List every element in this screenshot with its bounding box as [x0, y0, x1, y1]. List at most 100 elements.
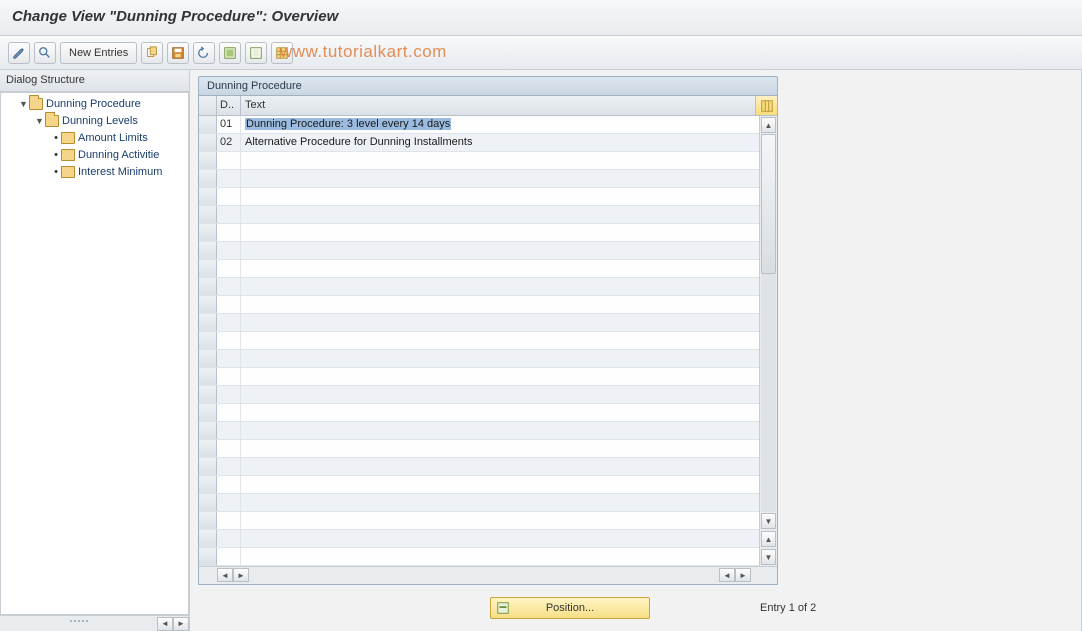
tree-label: Dunning Activitie [78, 149, 159, 161]
row-selector[interactable] [199, 278, 217, 295]
cell-d [217, 296, 241, 313]
row-selector[interactable] [199, 206, 217, 223]
scroll-track[interactable] [761, 134, 776, 512]
cell-d [217, 152, 241, 169]
table-row [199, 386, 759, 404]
tree-node-dunning-activities[interactable]: • Dunning Activitie [1, 146, 188, 163]
find-icon[interactable] [34, 42, 56, 64]
row-selector[interactable] [199, 368, 217, 385]
row-selector[interactable] [199, 134, 217, 151]
tree[interactable]: ▼ Dunning Procedure ▼ Dunning Levels • A… [0, 92, 189, 615]
cell-text[interactable]: Dunning Procedure: 3 level every 14 days [241, 116, 759, 133]
row-selector[interactable] [199, 224, 217, 241]
row-selector[interactable] [199, 170, 217, 187]
table-row [199, 440, 759, 458]
deselect-all-icon[interactable] [245, 42, 267, 64]
row-selector[interactable] [199, 494, 217, 511]
grid-hscroll[interactable]: ◄ ► ◄ ► [199, 566, 777, 584]
cell-text [241, 206, 759, 223]
grid-body: 01Dunning Procedure: 3 level every 14 da… [199, 116, 759, 566]
cell-d [217, 350, 241, 367]
position-button[interactable]: Position... [490, 597, 650, 619]
row-selector[interactable] [199, 296, 217, 313]
row-selector[interactable] [199, 116, 217, 133]
table-row [199, 548, 759, 566]
table-row [199, 242, 759, 260]
row-selector[interactable] [199, 350, 217, 367]
tree-node-interest-minimum[interactable]: • Interest Minimum [1, 163, 188, 180]
cell-text [241, 422, 759, 439]
cell-d [217, 188, 241, 205]
row-selector[interactable] [199, 152, 217, 169]
table-settings-icon[interactable] [271, 42, 293, 64]
row-selector[interactable] [199, 512, 217, 529]
row-selector[interactable] [199, 404, 217, 421]
undo-icon[interactable] [193, 42, 215, 64]
expand-icon[interactable]: ▼ [19, 99, 29, 109]
grid-header: D.. Text [199, 96, 777, 116]
scroll-down2-icon[interactable]: ▼ [761, 549, 776, 565]
cell-d [217, 458, 241, 475]
cell-text [241, 458, 759, 475]
row-selector[interactable] [199, 242, 217, 259]
row-selector[interactable] [199, 422, 217, 439]
grid-header-text[interactable]: Text [241, 96, 755, 115]
cell-d [217, 224, 241, 241]
footer: Position... Entry 1 of 2 [190, 593, 1082, 623]
row-selector[interactable] [199, 458, 217, 475]
table-row [199, 494, 759, 512]
cell-d[interactable]: 02 [217, 134, 241, 151]
row-selector[interactable] [199, 548, 217, 565]
cell-text [241, 494, 759, 511]
scroll-up-icon[interactable]: ▲ [761, 117, 776, 133]
tree-node-dunning-levels[interactable]: ▼ Dunning Levels [1, 112, 188, 129]
row-selector[interactable] [199, 332, 217, 349]
sidebar-hscroll[interactable]: ◄ ► [0, 615, 189, 631]
hscroll-right2-icon[interactable]: ► [735, 568, 751, 582]
hscroll-left2-icon[interactable]: ◄ [719, 568, 735, 582]
table-row [199, 278, 759, 296]
cell-text [241, 530, 759, 547]
row-selector[interactable] [199, 440, 217, 457]
grid: D.. Text 01Dunning Procedure: 3 level ev… [198, 96, 778, 585]
cell-d[interactable]: 01 [217, 116, 241, 133]
scroll-left-icon[interactable]: ◄ [157, 617, 173, 631]
tree-label: Dunning Levels [62, 115, 138, 127]
folder-icon [61, 166, 75, 178]
new-entries-button[interactable]: New Entries [60, 42, 137, 64]
cell-text [241, 260, 759, 277]
expand-icon[interactable]: ▼ [35, 116, 45, 126]
cell-text [241, 404, 759, 421]
resize-handle-icon[interactable] [59, 620, 99, 628]
tree-node-dunning-procedure[interactable]: ▼ Dunning Procedure [1, 95, 188, 112]
table-row[interactable]: 02Alternative Procedure for Dunning Inst… [199, 134, 759, 152]
scroll-down-icon[interactable]: ▼ [761, 513, 776, 529]
grid-header-d[interactable]: D.. [217, 96, 241, 115]
cell-text [241, 386, 759, 403]
row-selector[interactable] [199, 188, 217, 205]
row-selector[interactable] [199, 314, 217, 331]
row-selector[interactable] [199, 476, 217, 493]
select-all-icon[interactable] [219, 42, 241, 64]
scroll-right-icon[interactable]: ► [173, 617, 189, 631]
configure-columns-icon[interactable] [755, 96, 777, 115]
grid-vscroll[interactable]: ▲ ▼ ▲ ▼ [759, 116, 777, 566]
bullet-icon: • [51, 166, 61, 178]
tree-label: Interest Minimum [78, 166, 162, 178]
hscroll-right-icon[interactable]: ► [233, 568, 249, 582]
position-icon [495, 600, 511, 616]
hscroll-left-icon[interactable]: ◄ [217, 568, 233, 582]
table-row[interactable]: 01Dunning Procedure: 3 level every 14 da… [199, 116, 759, 134]
row-selector[interactable] [199, 386, 217, 403]
save-icon[interactable] [167, 42, 189, 64]
copy-icon[interactable] [141, 42, 163, 64]
toggle-edit-icon[interactable] [8, 42, 30, 64]
cell-d [217, 206, 241, 223]
tree-node-amount-limits[interactable]: • Amount Limits [1, 129, 188, 146]
row-selector[interactable] [199, 260, 217, 277]
scroll-up2-icon[interactable]: ▲ [761, 531, 776, 547]
cell-text[interactable]: Alternative Procedure for Dunning Instal… [241, 134, 759, 151]
scroll-thumb[interactable] [761, 134, 776, 274]
grid-header-select[interactable] [199, 96, 217, 115]
row-selector[interactable] [199, 530, 217, 547]
